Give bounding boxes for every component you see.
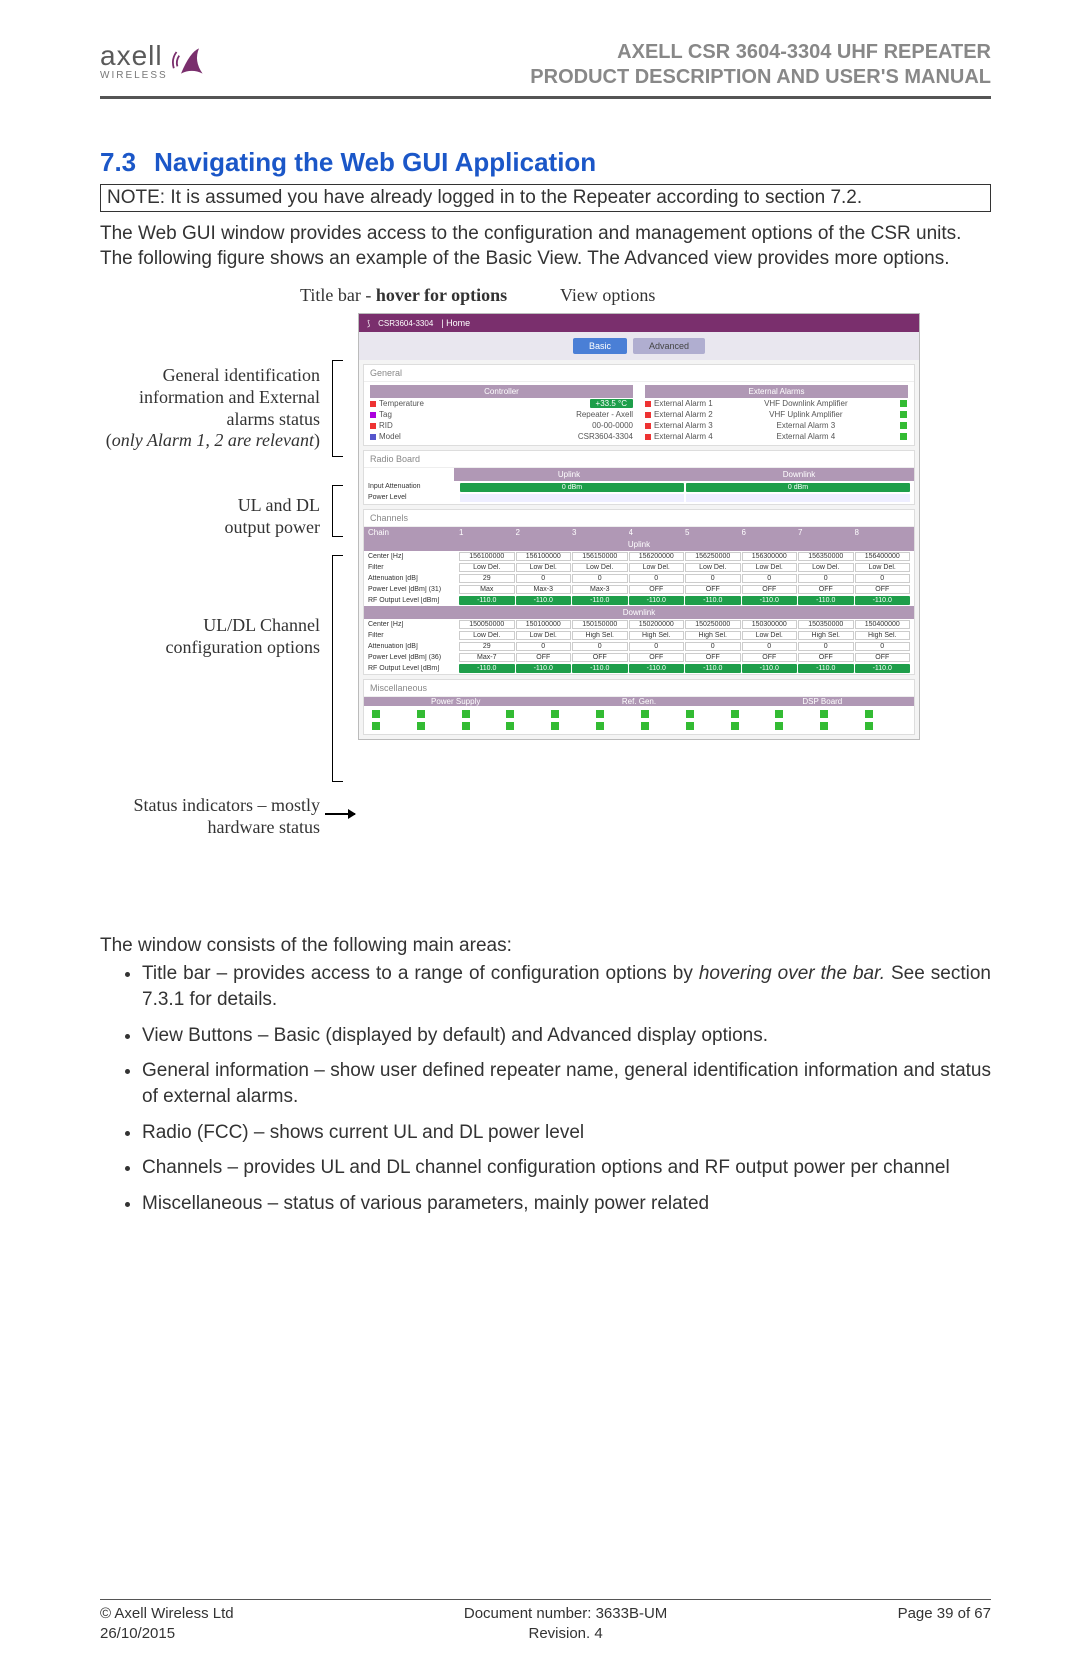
label-ul-dl-power: UL and DL output power (180, 495, 320, 538)
status-icon (900, 411, 907, 418)
logo: axell WIRELESS (100, 40, 208, 81)
rid-icon (370, 423, 376, 429)
list-item: General information – show user defined … (142, 1058, 991, 1109)
label-view-options: View options (560, 285, 655, 306)
status-icon (372, 710, 380, 718)
label-status-indicators: Status indicators – mostly hardware stat… (110, 795, 320, 838)
logo-subtext: WIRELESS (100, 70, 168, 81)
logo-icon (172, 43, 208, 79)
list-item: Radio (FCC) – shows current UL and DL po… (142, 1120, 991, 1146)
label-general-info: General identification information and E… (90, 365, 320, 451)
wifi-icon: ⟆ (367, 319, 370, 328)
alarm-icon (645, 434, 651, 440)
bracket-icon (332, 485, 343, 537)
panel-miscellaneous: Miscellaneous Power SupplyRef. Gen.DSP B… (363, 679, 915, 735)
thermometer-icon (370, 401, 376, 407)
label-titlebar: Title bar - hover for options (300, 285, 507, 306)
footer-right: Page 39 of 67 (898, 1604, 991, 1643)
header-titles: AXELL CSR 3604-3304 UHF REPEATER PRODUCT… (530, 40, 991, 90)
note-box: NOTE: It is assumed you have already log… (100, 184, 991, 212)
row-ul-center: Center [Hz]15610000015610000015615000015… (364, 551, 914, 562)
section-number: 7.3 (100, 147, 136, 178)
list-item: Channels – provides UL and DL channel co… (142, 1155, 991, 1181)
section-heading: 7.3 Navigating the Web GUI Application (100, 147, 991, 178)
tab-basic[interactable]: Basic (573, 338, 627, 354)
alarm-icon (645, 401, 651, 407)
status-icon (900, 433, 907, 440)
bracket-icon (332, 555, 343, 782)
gui-title-bar[interactable]: ⟆ CSR3604-3304 | Home (359, 314, 919, 332)
section-title: Navigating the Web GUI Application (154, 147, 596, 177)
page-header: axell WIRELESS AXELL CSR 3604-3304 UHF R… (100, 40, 991, 99)
page-footer: © Axell Wireless Ltd 26/10/2015 Document… (100, 1599, 991, 1643)
model-icon (370, 434, 376, 440)
list-item: Miscellaneous – status of various parame… (142, 1191, 991, 1217)
header-line1: AXELL CSR 3604-3304 UHF REPEATER (530, 40, 991, 65)
view-tabs: Basic Advanced (359, 332, 919, 360)
arrow-icon (325, 813, 355, 815)
header-line2: PRODUCT DESCRIPTION AND USER'S MANUAL (530, 65, 991, 90)
gui-screenshot: ⟆ CSR3604-3304 | Home Basic Advanced Gen… (358, 313, 920, 740)
panel-radio-board: Radio Board Uplink Downlink Input Attenu… (363, 450, 915, 505)
status-icon (900, 400, 907, 407)
panel-general: General Controller Temperature+33.5 °C T… (363, 364, 915, 446)
logo-text: axell (100, 40, 168, 72)
bracket-icon (332, 360, 343, 457)
list-intro: The window consists of the following mai… (100, 935, 991, 957)
status-icon (900, 422, 907, 429)
alarm-icon (645, 412, 651, 418)
label-channel-config: UL/DL Channel configuration options (160, 615, 320, 658)
list-item: View Buttons – Basic (displayed by defau… (142, 1023, 991, 1049)
footer-center: Document number: 3633B-UM Revision. 4 (234, 1604, 898, 1643)
panel-channels: Channels Chain 12345678 Uplink Center [H… (363, 509, 915, 675)
alarm-icon (645, 423, 651, 429)
tab-advanced[interactable]: Advanced (633, 338, 705, 354)
paragraph-1: The Web GUI window provides access to th… (100, 222, 991, 271)
bullet-list: Title bar – provides access to a range o… (100, 961, 991, 1216)
list-item: Title bar – provides access to a range o… (142, 961, 991, 1012)
annotated-figure: Title bar - hover for options View optio… (100, 285, 991, 905)
tag-icon (370, 412, 376, 418)
footer-left: © Axell Wireless Ltd 26/10/2015 (100, 1604, 234, 1643)
